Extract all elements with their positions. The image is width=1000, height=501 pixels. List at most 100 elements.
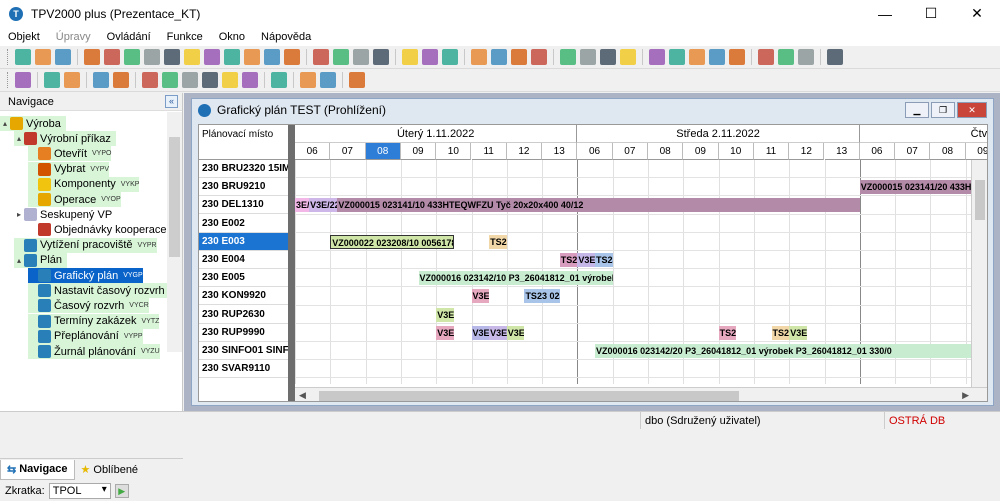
tb1-button-29-icon[interactable] [649, 49, 665, 65]
tb1-button-35-icon[interactable] [778, 49, 794, 65]
tb1-button-18-icon[interactable] [402, 49, 418, 65]
gantt-bar[interactable]: V3E/22 0 [309, 198, 338, 213]
tree-item-6[interactable]: ▸ Seskupený VP [14, 207, 117, 222]
hour-header[interactable]: 10 [436, 143, 472, 160]
tree-item-4[interactable]: Komponenty VYKP [28, 176, 140, 192]
hour-header[interactable]: 08 [365, 143, 401, 160]
tb1-button-24-icon[interactable] [531, 49, 547, 65]
hour-header[interactable]: 13 [542, 143, 578, 160]
tb1-button-16-icon[interactable] [353, 49, 369, 65]
tb1-button-23-icon[interactable] [511, 49, 527, 65]
menu-item-0[interactable]: Objekt [0, 31, 48, 43]
resource-row-label[interactable]: 230 DEL1310 [199, 196, 288, 215]
tb1-button-26-icon[interactable] [580, 49, 596, 65]
plan-minimize-button[interactable]: ▁ [905, 102, 929, 118]
column-splitter[interactable] [288, 125, 295, 401]
tb2-button-2-icon[interactable] [64, 72, 80, 88]
hour-header[interactable]: 08 [648, 143, 684, 160]
gantt-bar[interactable]: V3E/ [471, 289, 490, 304]
gantt-bar[interactable]: VZ000016 023142/20 P3_26041812_01 výrobe… [595, 344, 987, 358]
tb1-button-1-icon[interactable] [35, 49, 51, 65]
resource-row-label[interactable]: 230 RUP9990 [199, 324, 288, 342]
tree-item-1[interactable]: ▴ Výrobní příkaz [14, 131, 116, 147]
hour-header[interactable]: 13 [824, 143, 860, 160]
hour-header[interactable]: 06 [295, 143, 331, 160]
tb2-button-14-icon[interactable] [349, 72, 365, 88]
collapse-panel-button[interactable]: « [165, 95, 178, 108]
hour-header[interactable]: 07 [895, 143, 931, 160]
hour-header[interactable]: 11 [471, 143, 507, 160]
gantt-bar[interactable]: VZ000016 023142/10 P3_26041812_01 výrobe… [418, 271, 613, 286]
tb1-button-34-icon[interactable] [758, 49, 774, 65]
hour-header[interactable]: 08 [930, 143, 966, 160]
plan-restore-button[interactable]: ❐ [931, 102, 955, 118]
tb1-button-14-icon[interactable] [313, 49, 329, 65]
tb2-button-8-icon[interactable] [202, 72, 218, 88]
gantt-bar[interactable]: TS23 [771, 325, 790, 340]
hour-header[interactable]: 09 [683, 143, 719, 160]
resource-row-label[interactable]: 230 E004 [199, 251, 288, 269]
tree-item-13[interactable]: Termíny zakázek VYTZ [28, 313, 160, 329]
resource-row-label[interactable]: 230 SVAR9110 [199, 360, 288, 379]
tb1-button-21-icon[interactable] [471, 49, 487, 65]
tb1-button-28-icon[interactable] [620, 49, 636, 65]
tb1-button-20-icon[interactable] [442, 49, 458, 65]
tb1-button-3-icon[interactable] [84, 49, 100, 65]
tb1-button-32-icon[interactable] [709, 49, 725, 65]
tb1-button-11-icon[interactable] [244, 49, 260, 65]
tb1-button-5-icon[interactable] [124, 49, 140, 65]
tree-item-8[interactable]: Vytížení pracoviště VYPR [14, 237, 157, 253]
tb1-button-25-icon[interactable] [560, 49, 576, 65]
tb2-button-4-icon[interactable] [113, 72, 129, 88]
tb1-button-37-icon[interactable] [827, 49, 843, 65]
tb2-button-6-icon[interactable] [162, 72, 178, 88]
tb1-button-12-icon[interactable] [264, 49, 280, 65]
plan-close-button[interactable]: ✕ [957, 102, 987, 118]
gantt-bar[interactable]: V3E/ [436, 307, 454, 322]
tree-item-7[interactable]: Objednávky kooperace [28, 222, 168, 237]
hour-header[interactable]: 12 [506, 143, 543, 160]
shortcut-go-button[interactable]: ▶ [114, 484, 129, 498]
tree-item-3[interactable]: Vybrat VYPV [28, 161, 110, 177]
menu-item-2[interactable]: Ovládání [99, 31, 159, 43]
tree-item-11[interactable]: Nastavit časový rozvrh [28, 283, 168, 299]
shortcut-select[interactable]: TPOL [48, 483, 111, 499]
gantt-bar[interactable]: V3E/ [577, 253, 596, 267]
tree-scrollbar[interactable] [167, 112, 182, 352]
maximize-button[interactable]: ☐ [908, 0, 954, 27]
gantt-bar[interactable]: TS23 023 [524, 289, 560, 304]
tb1-button-9-icon[interactable] [204, 49, 220, 65]
gantt-bar[interactable]: TS23 [595, 253, 613, 267]
gantt-bar[interactable]: TS23 [559, 253, 578, 267]
tree-item-12[interactable]: Časový rozvrh VYCR [28, 298, 149, 314]
tb1-button-33-icon[interactable] [729, 49, 745, 65]
hour-header[interactable]: 07 [612, 143, 648, 160]
tree-item-2[interactable]: Otevřít VYPO [28, 146, 112, 162]
tb1-button-30-icon[interactable] [669, 49, 685, 65]
tb2-button-11-icon[interactable] [271, 72, 287, 88]
tree-item-9[interactable]: ▴ Plán [14, 252, 68, 268]
tb2-button-7-icon[interactable] [182, 72, 198, 88]
resource-row-label[interactable]: 230 KON9920 [199, 287, 288, 306]
minimize-button[interactable]: — [862, 0, 908, 27]
hour-header[interactable]: 10 [718, 143, 754, 160]
tb1-button-4-icon[interactable] [104, 49, 120, 65]
tb1-button-17-icon[interactable] [373, 49, 389, 65]
hour-header[interactable]: 09 [965, 143, 987, 160]
gantt-bar[interactable]: V3E/ [506, 325, 525, 340]
resource-row-label[interactable]: 230 E005 [199, 269, 288, 288]
gantt-bar[interactable]: V3E/ [471, 325, 490, 340]
tb1-button-15-icon[interactable] [333, 49, 349, 65]
resource-row-label[interactable]: 230 E003 [199, 232, 288, 251]
tb1-button-13-icon[interactable] [284, 49, 300, 65]
tb1-button-7-icon[interactable] [164, 49, 180, 65]
resource-row-label[interactable]: 230 RUP2630 [199, 306, 288, 324]
menu-item-1[interactable]: Úpravy [48, 31, 99, 43]
tb1-button-27-icon[interactable] [600, 49, 616, 65]
hour-header[interactable]: 09 [400, 143, 437, 160]
close-button[interactable]: ✕ [954, 0, 1000, 27]
tb2-button-1-icon[interactable] [44, 72, 60, 88]
resource-row-label[interactable]: 230 E002 [199, 215, 288, 233]
gantt-bar[interactable]: TS23 [489, 234, 507, 249]
hour-header[interactable]: 11 [753, 143, 790, 160]
